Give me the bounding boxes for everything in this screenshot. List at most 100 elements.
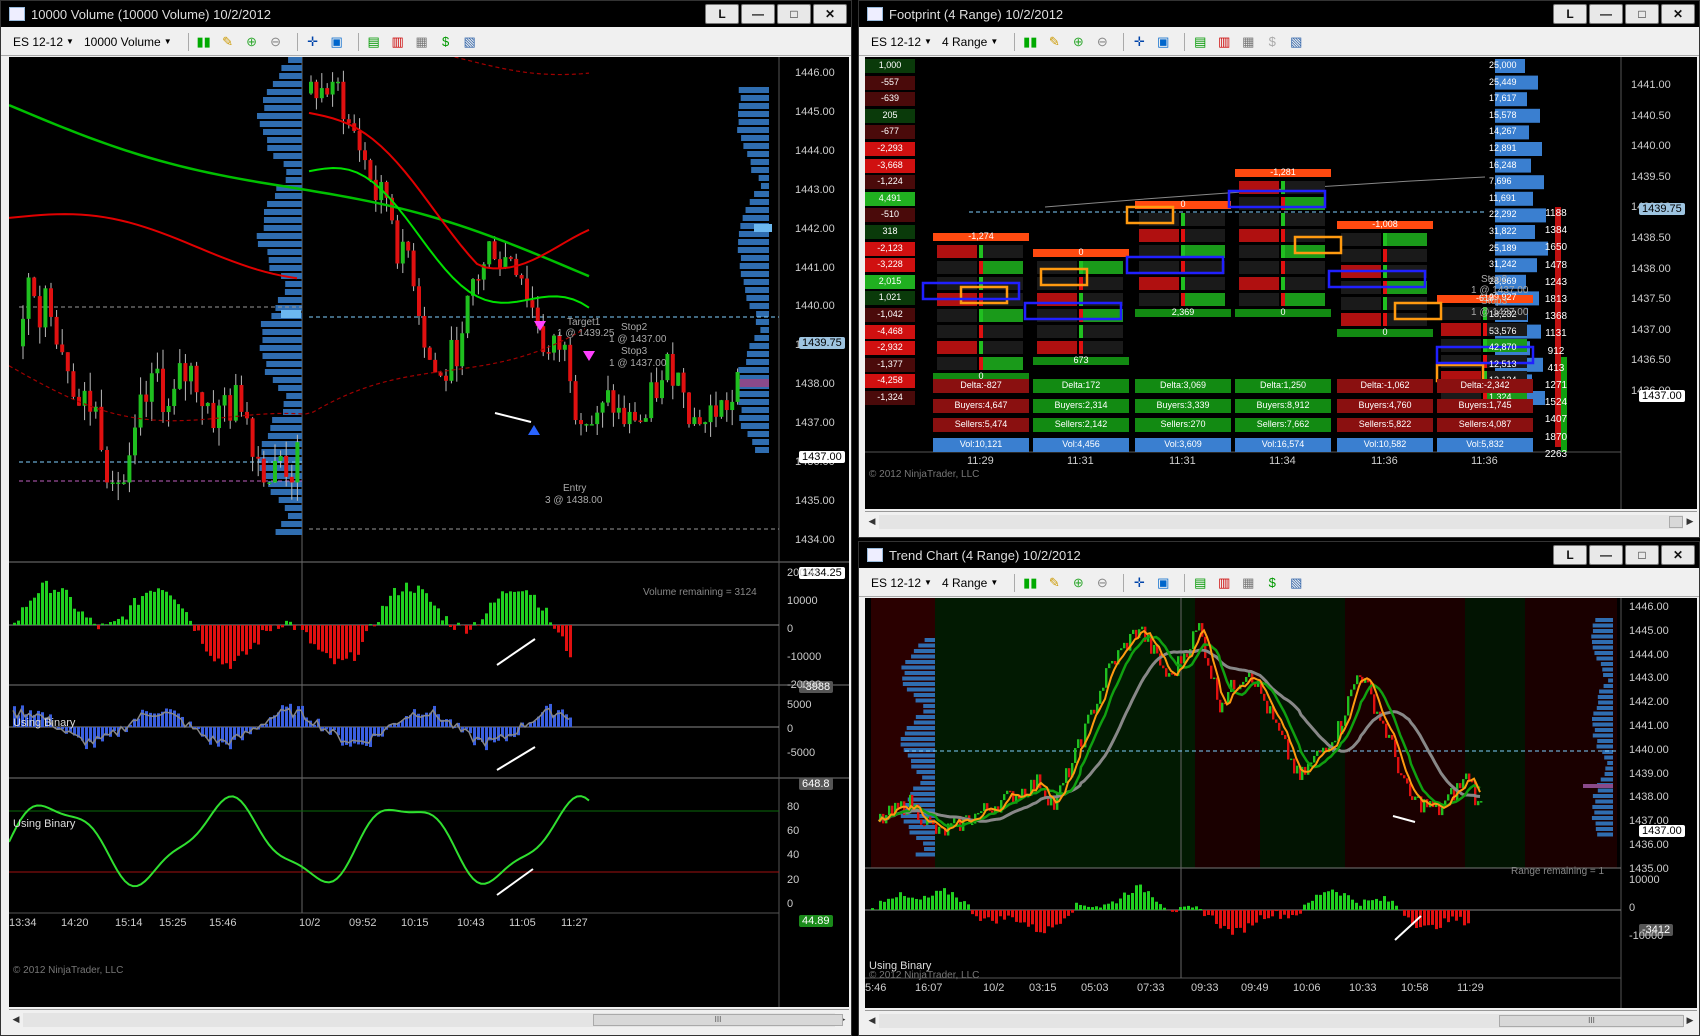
pencil-draw-icon[interactable]: ✎ [1045, 574, 1063, 592]
time-axis-tick: 14:20 [61, 917, 89, 929]
volume-profile-bar [908, 825, 935, 829]
volume-chart-area[interactable]: 1446.00 1445.00 1444.00 1443.00 1442.00 1441.… [9, 57, 849, 1007]
crosshair-icon[interactable]: ✛ [1130, 574, 1148, 592]
close-button[interactable]: ✕ [1661, 545, 1695, 565]
scroll-left-icon[interactable]: ◀ [865, 516, 879, 527]
volume-profile-bar [739, 415, 769, 421]
candle-body [1403, 775, 1406, 779]
horizontal-scrollbar[interactable]: ◀ III ▶ [865, 1010, 1697, 1030]
minimize-button[interactable]: — [1589, 4, 1623, 24]
pencil-draw-icon[interactable]: ✎ [1045, 33, 1063, 51]
scroll-thumb[interactable]: III [593, 1013, 843, 1026]
instrument-selector[interactable]: ES 12-12 ▼ [13, 35, 74, 49]
dollar-icon[interactable]: $ [437, 33, 455, 51]
histogram-bar [77, 611, 80, 625]
volume-profile-bar [752, 439, 769, 445]
histogram-bar [141, 709, 144, 727]
histogram-bar [1267, 910, 1270, 919]
bar-type-icon[interactable]: ▮▮ [195, 33, 213, 51]
zoom-out-icon[interactable]: ⊖ [267, 33, 285, 51]
price-axis-tick: 1442.00 [1629, 696, 1669, 709]
scroll-thumb[interactable]: III [1499, 1014, 1684, 1027]
bar-type-icon[interactable]: ▮▮ [1021, 33, 1039, 51]
period-selector[interactable]: 4 Range ▼ [942, 576, 998, 590]
histogram-bar [145, 592, 148, 625]
zoom-in-icon[interactable]: ⊕ [243, 33, 261, 51]
chart-properties-icon[interactable]: ▦ [413, 33, 431, 51]
maximize-button[interactable]: □ [1625, 4, 1659, 24]
link-button[interactable]: L [1553, 4, 1587, 24]
maximize-button[interactable]: □ [1625, 545, 1659, 565]
horizontal-scrollbar[interactable]: ◀ III ▶ [9, 1009, 849, 1029]
candle-body [211, 402, 216, 429]
histogram-bar [173, 710, 176, 727]
zoom-in-icon[interactable]: ⊕ [1069, 33, 1087, 51]
zoom-out-icon[interactable]: ⊖ [1093, 33, 1111, 51]
candle-body [1108, 663, 1111, 669]
zoom-in-icon[interactable]: ⊕ [1069, 574, 1087, 592]
volume-profile-bar [281, 521, 302, 527]
pencil-draw-icon[interactable]: ✎ [219, 33, 237, 51]
close-button[interactable]: ✕ [813, 4, 847, 24]
volume-profile-bar [259, 345, 302, 351]
trend-chart-area[interactable]: 1446.00 1445.00 1444.00 1443.00 1442.00 1441.… [865, 598, 1697, 1008]
histogram-bar [429, 601, 432, 625]
close-button[interactable]: ✕ [1661, 4, 1695, 24]
indicators-icon[interactable]: ▤ [1191, 33, 1209, 51]
candle-body [1269, 706, 1272, 714]
chart-trader-icon[interactable]: ▧ [1287, 33, 1305, 51]
volume-ladder-cell: 31,242 [1489, 259, 1517, 270]
indicators-icon[interactable]: ▤ [1191, 574, 1209, 592]
window-titlebar[interactable]: Footprint (4 Range) 10/2/2012 L — □ ✕ [859, 1, 1699, 27]
horizontal-scrollbar[interactable]: ◀ ▶ [865, 511, 1697, 531]
histogram-bar [1171, 910, 1174, 912]
indicators-icon[interactable]: ▤ [365, 33, 383, 51]
bar-type-icon[interactable]: ▮▮ [1021, 574, 1039, 592]
crosshair-icon[interactable]: ✛ [1130, 33, 1148, 51]
window-titlebar[interactable]: 10000 Volume (10000 Volume) 10/2/2012 L … [1, 1, 851, 27]
period-selector[interactable]: 4 Range ▼ [942, 35, 998, 49]
footprint-chart-area[interactable]: 1,000 -557 -639 205 -677 -2,293 -3,668 -1,224 4,… [865, 57, 1697, 509]
instrument-selector[interactable]: ES 12-12 ▼ [871, 35, 932, 49]
chart-properties-icon[interactable]: ▦ [1239, 574, 1257, 592]
strategies-icon[interactable]: ▥ [389, 33, 407, 51]
period-selector[interactable]: 10000 Volume ▼ [84, 35, 172, 49]
minimize-button[interactable]: — [1589, 545, 1623, 565]
volume-profile-bar [913, 693, 935, 697]
chart-trader-icon[interactable]: ▧ [1287, 574, 1305, 592]
chart-properties-icon[interactable]: ▦ [1239, 33, 1257, 51]
strategies-icon[interactable]: ▥ [1215, 574, 1233, 592]
histogram-bar [1291, 910, 1294, 915]
bar-summary-buyers: Buyers:3,339 [1135, 398, 1231, 413]
instrument-selector[interactable]: ES 12-12 ▼ [871, 576, 932, 590]
data-box-icon[interactable]: ▣ [328, 33, 346, 51]
minimize-button[interactable]: — [741, 4, 775, 24]
window-titlebar[interactable]: Trend Chart (4 Range) 10/2/2012 L — □ ✕ [859, 542, 1699, 568]
chart-trader-icon[interactable]: ▧ [461, 33, 479, 51]
volume-profile-bar [263, 129, 302, 135]
crosshair-icon[interactable]: ✛ [304, 33, 322, 51]
stop3-detail: 1 @ 1437.00 [1471, 307, 1529, 318]
scroll-right-icon[interactable]: ▶ [1683, 516, 1697, 527]
link-button[interactable]: L [705, 4, 739, 24]
data-box-icon[interactable]: ▣ [1154, 33, 1172, 51]
dollar-icon[interactable]: $ [1263, 33, 1281, 51]
data-box-icon[interactable]: ▣ [1154, 574, 1172, 592]
poc-bar [1583, 784, 1613, 788]
bar-summary-vol: Vol:10,582 [1337, 437, 1433, 452]
panel2-axis-tick: 10000 [1629, 874, 1660, 886]
scroll-right-icon[interactable]: ▶ [1683, 1015, 1697, 1026]
time-axis-tick: 11:27 [561, 917, 588, 929]
histogram-bar [1047, 910, 1050, 927]
scroll-left-icon[interactable]: ◀ [865, 1015, 879, 1026]
scroll-thumb[interactable] [1669, 515, 1683, 528]
dollar-icon[interactable]: $ [1263, 574, 1281, 592]
time-axis-tick: 09:49 [1241, 982, 1269, 994]
link-button[interactable]: L [1553, 545, 1587, 565]
maximize-button[interactable]: □ [777, 4, 811, 24]
strategies-icon[interactable]: ▥ [1215, 33, 1233, 51]
scroll-left-icon[interactable]: ◀ [9, 1014, 23, 1025]
histogram-bar [999, 910, 1002, 917]
divergence-line [494, 412, 532, 423]
zoom-out-icon[interactable]: ⊖ [1093, 574, 1111, 592]
